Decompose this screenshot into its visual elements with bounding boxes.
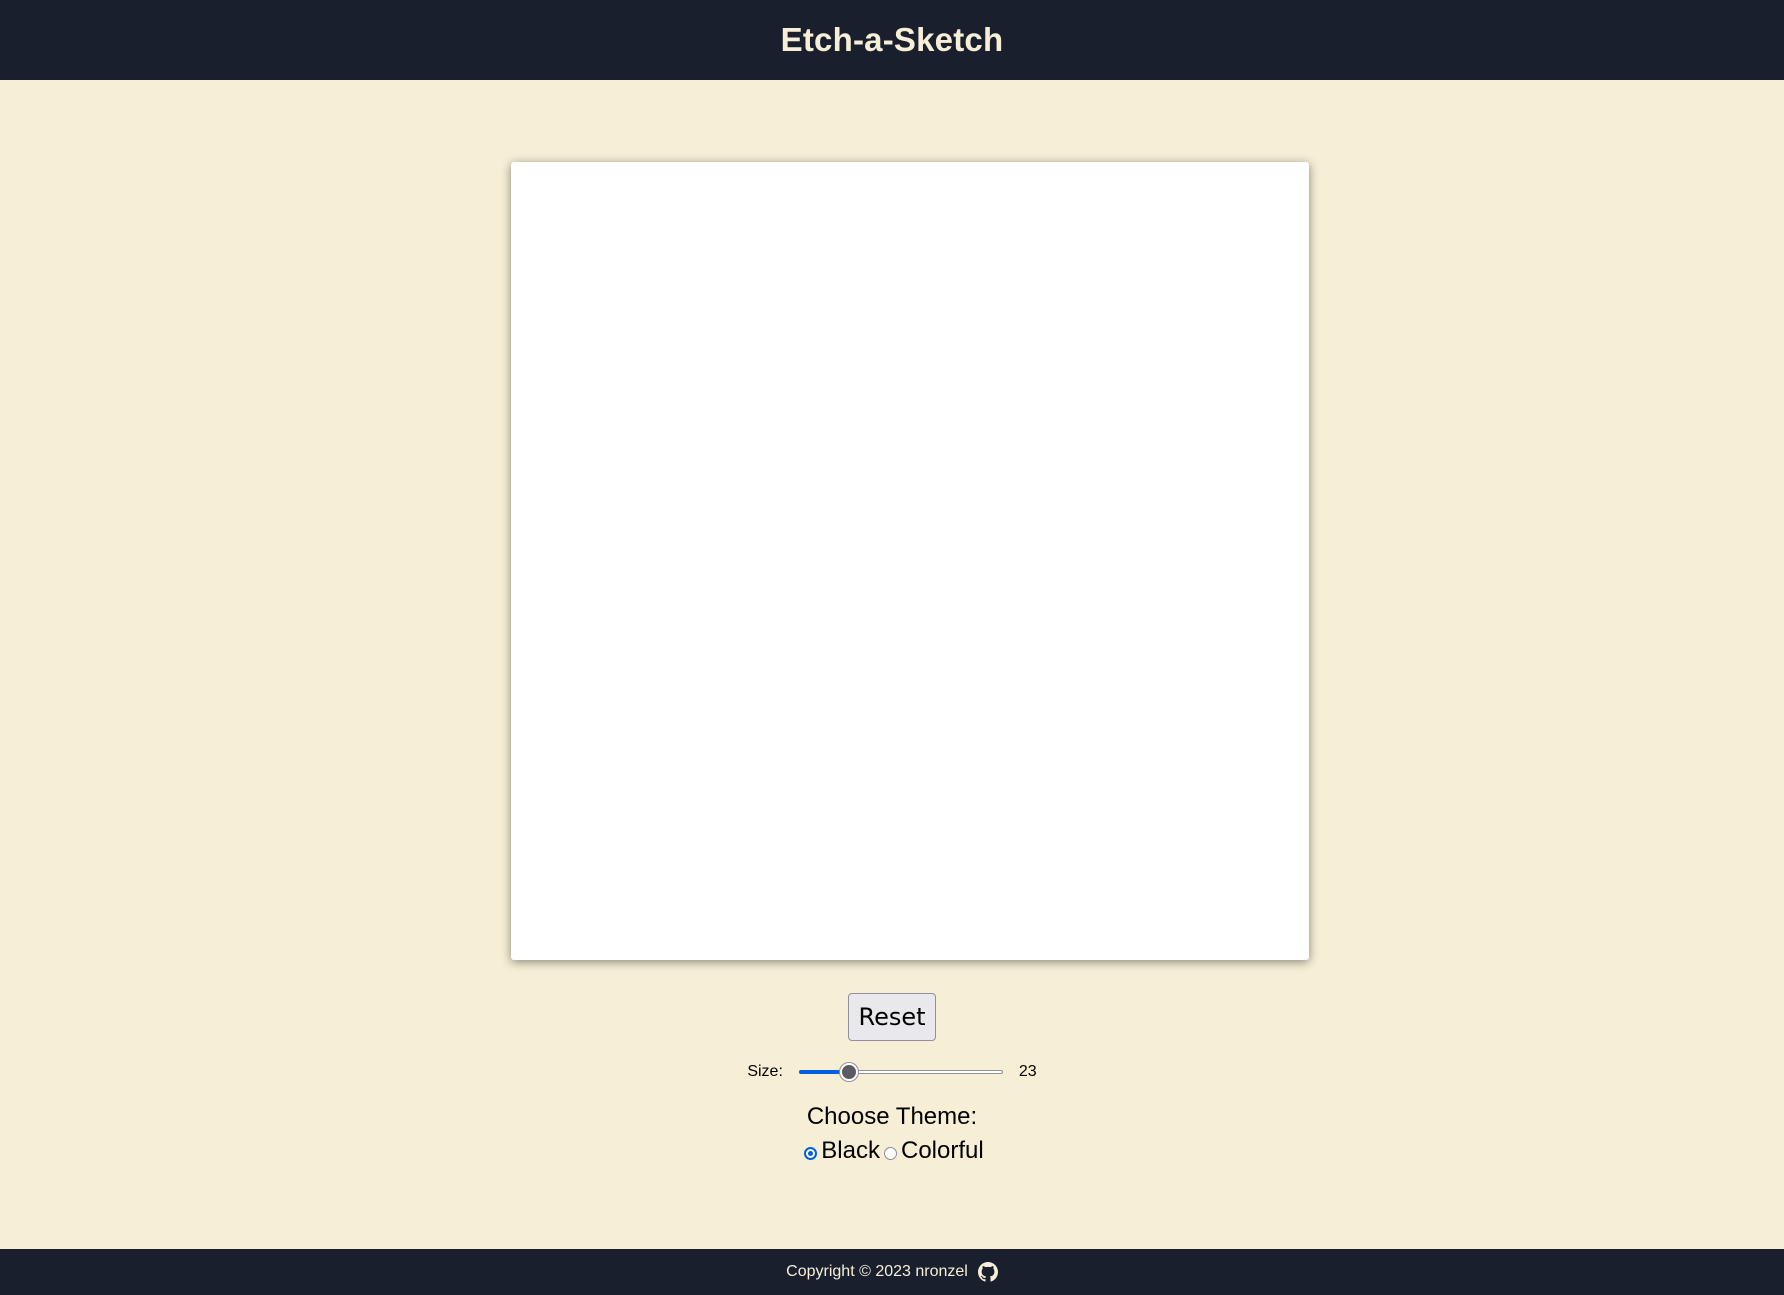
slider-thumb[interactable]	[840, 1063, 859, 1081]
size-label: Size:	[747, 1063, 783, 1080]
theme-radio-black[interactable]	[804, 1146, 818, 1160]
sketch-grid[interactable]	[511, 162, 1309, 960]
size-value: 23	[1018, 1063, 1037, 1080]
header: Etch-a-Sketch	[0, 0, 1784, 80]
page-title: Etch-a-Sketch	[780, 21, 1004, 58]
theme-options: Black Colorful	[800, 1137, 984, 1165]
size-control: Size: 23	[747, 1057, 1037, 1087]
theme-label-colorful[interactable]: Colorful	[901, 1137, 984, 1165]
theme-label-black[interactable]: Black	[821, 1137, 880, 1165]
theme-title: Choose Theme:	[806, 1103, 978, 1130]
reset-button[interactable]: Reset	[848, 993, 936, 1041]
github-icon[interactable]	[977, 1262, 998, 1282]
size-slider[interactable]	[798, 1062, 1003, 1082]
copyright-text: Copyright © 2023 nronzel	[786, 1263, 968, 1280]
footer: Copyright © 2023 nronzel	[0, 1249, 1784, 1295]
controls-panel: Reset Size: 23 Choose Theme: Black Color…	[0, 993, 1784, 1165]
theme-radio-colorful[interactable]	[883, 1146, 897, 1160]
